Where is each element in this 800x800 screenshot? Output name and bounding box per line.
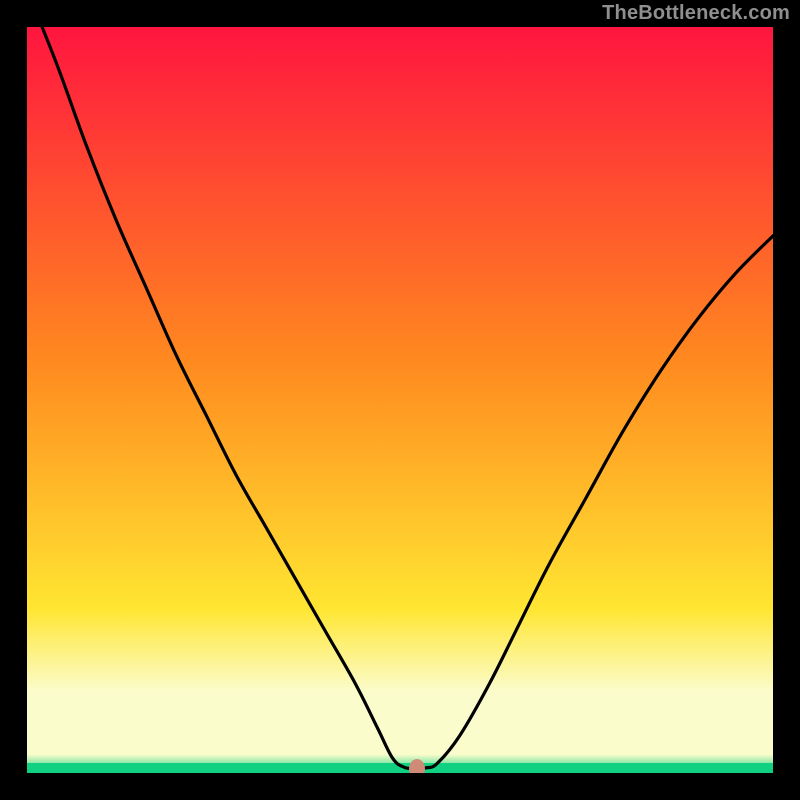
optimal-point-marker <box>409 759 425 773</box>
watermark-text: TheBottleneck.com <box>602 2 790 25</box>
bottleneck-curve <box>27 27 773 773</box>
chart-frame: TheBottleneck.com <box>0 0 800 800</box>
plot-area <box>27 27 773 773</box>
